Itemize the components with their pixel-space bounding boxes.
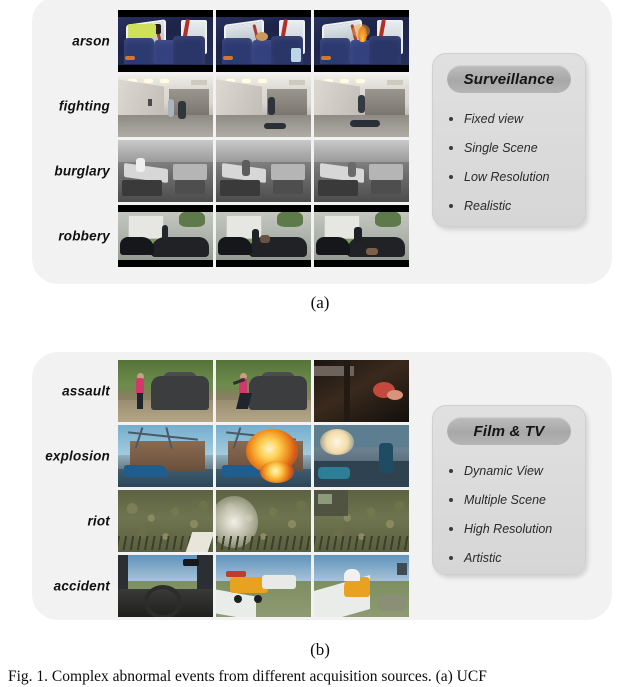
arson-frame-1[interactable] bbox=[118, 10, 213, 72]
table-row: burglary bbox=[54, 140, 409, 202]
list-item: Realistic bbox=[445, 191, 579, 220]
row-label-arson: arson bbox=[72, 33, 110, 49]
feature-label: Multiple Scene bbox=[464, 492, 546, 507]
riot-frame-2[interactable] bbox=[216, 490, 311, 552]
bullet-icon bbox=[449, 145, 453, 150]
robbery-frame-1[interactable] bbox=[118, 205, 213, 267]
table-row: explosion bbox=[45, 425, 409, 487]
arson-frame-2[interactable] bbox=[216, 10, 311, 72]
list-item: Low Resolution bbox=[445, 162, 579, 191]
feature-label: Realistic bbox=[464, 198, 512, 213]
card-title-pill-surveillance: Surveillance bbox=[447, 65, 571, 93]
list-item: Multiple Scene bbox=[445, 485, 579, 514]
fighting-frame-2[interactable] bbox=[216, 75, 311, 137]
table-row: arson bbox=[72, 10, 409, 72]
list-item: Dynamic View bbox=[445, 456, 579, 485]
bullet-icon bbox=[449, 203, 453, 208]
card-title-text: Surveillance bbox=[463, 70, 555, 88]
table-row: robbery bbox=[58, 205, 409, 267]
row-label-assault: assault bbox=[62, 383, 110, 399]
robbery-frame-2[interactable] bbox=[216, 205, 311, 267]
table-row: assault bbox=[62, 360, 409, 422]
riot-frame-3[interactable] bbox=[314, 490, 409, 552]
bullet-icon bbox=[449, 468, 453, 473]
robbery-frame-3[interactable] bbox=[314, 205, 409, 267]
accident-frame-1[interactable] bbox=[118, 555, 213, 617]
explosion-frame-2[interactable] bbox=[216, 425, 311, 487]
feature-label: Artistic bbox=[464, 550, 502, 565]
assault-frame-1[interactable] bbox=[118, 360, 213, 422]
list-item: Artistic bbox=[445, 543, 579, 572]
info-card-film-tv: Film & TV Dynamic View Multiple Scene Hi… bbox=[432, 405, 586, 575]
burglary-frame-2[interactable] bbox=[216, 140, 311, 202]
bullet-icon bbox=[449, 526, 453, 531]
burglary-frame-3[interactable] bbox=[314, 140, 409, 202]
list-item: Single Scene bbox=[445, 133, 579, 162]
assault-frame-3[interactable] bbox=[314, 360, 409, 422]
bullet-icon bbox=[449, 174, 453, 179]
feature-list-surveillance: Fixed view Single Scene Low Resolution R… bbox=[445, 104, 579, 220]
card-title-text: Film & TV bbox=[473, 422, 545, 440]
accident-frame-3[interactable] bbox=[314, 555, 409, 617]
explosion-frame-3[interactable] bbox=[314, 425, 409, 487]
info-card-surveillance: Surveillance Fixed view Single Scene Low… bbox=[432, 53, 586, 227]
feature-label: Low Resolution bbox=[464, 169, 550, 184]
thumbnail-grid-surveillance: arson fighting burglary robbery bbox=[54, 10, 409, 267]
table-row: accident bbox=[54, 555, 409, 617]
thumbnail-grid-film-tv: assault explosion riot accident bbox=[45, 360, 409, 617]
feature-label: High Resolution bbox=[464, 521, 553, 536]
burglary-frame-1[interactable] bbox=[118, 140, 213, 202]
list-item: Fixed view bbox=[445, 104, 579, 133]
explosion-frame-1[interactable] bbox=[118, 425, 213, 487]
arson-frame-3[interactable] bbox=[314, 10, 409, 72]
row-label-fighting: fighting bbox=[58, 98, 110, 114]
fighting-frame-3[interactable] bbox=[314, 75, 409, 137]
feature-label: Dynamic View bbox=[464, 463, 543, 478]
row-label-burglary: burglary bbox=[54, 163, 110, 179]
figure-caption: Fig. 1. Complex abnormal events from dif… bbox=[8, 668, 487, 685]
bullet-icon bbox=[449, 497, 453, 502]
bullet-icon bbox=[449, 555, 453, 560]
subcaption-a: (a) bbox=[310, 293, 330, 312]
row-label-explosion: explosion bbox=[45, 448, 110, 464]
row-label-robbery: robbery bbox=[58, 228, 110, 244]
accident-frame-2[interactable] bbox=[216, 555, 311, 617]
row-label-accident: accident bbox=[53, 578, 110, 594]
card-title-pill-film-tv: Film & TV bbox=[447, 417, 571, 445]
table-row: riot bbox=[87, 490, 409, 552]
assault-frame-2[interactable] bbox=[216, 360, 311, 422]
feature-label: Fixed view bbox=[464, 111, 524, 126]
figure-root: arson fighting burglary robbery Surveill… bbox=[0, 0, 640, 687]
riot-frame-1[interactable] bbox=[118, 490, 213, 552]
feature-label: Single Scene bbox=[464, 140, 538, 155]
row-label-riot: riot bbox=[87, 513, 110, 529]
list-item: High Resolution bbox=[445, 514, 579, 543]
table-row: fighting bbox=[59, 75, 409, 137]
bullet-icon bbox=[449, 116, 453, 121]
fighting-frame-1[interactable] bbox=[118, 75, 213, 137]
feature-list-film-tv: Dynamic View Multiple Scene High Resolut… bbox=[445, 456, 579, 572]
subcaption-b: (b) bbox=[310, 640, 330, 659]
